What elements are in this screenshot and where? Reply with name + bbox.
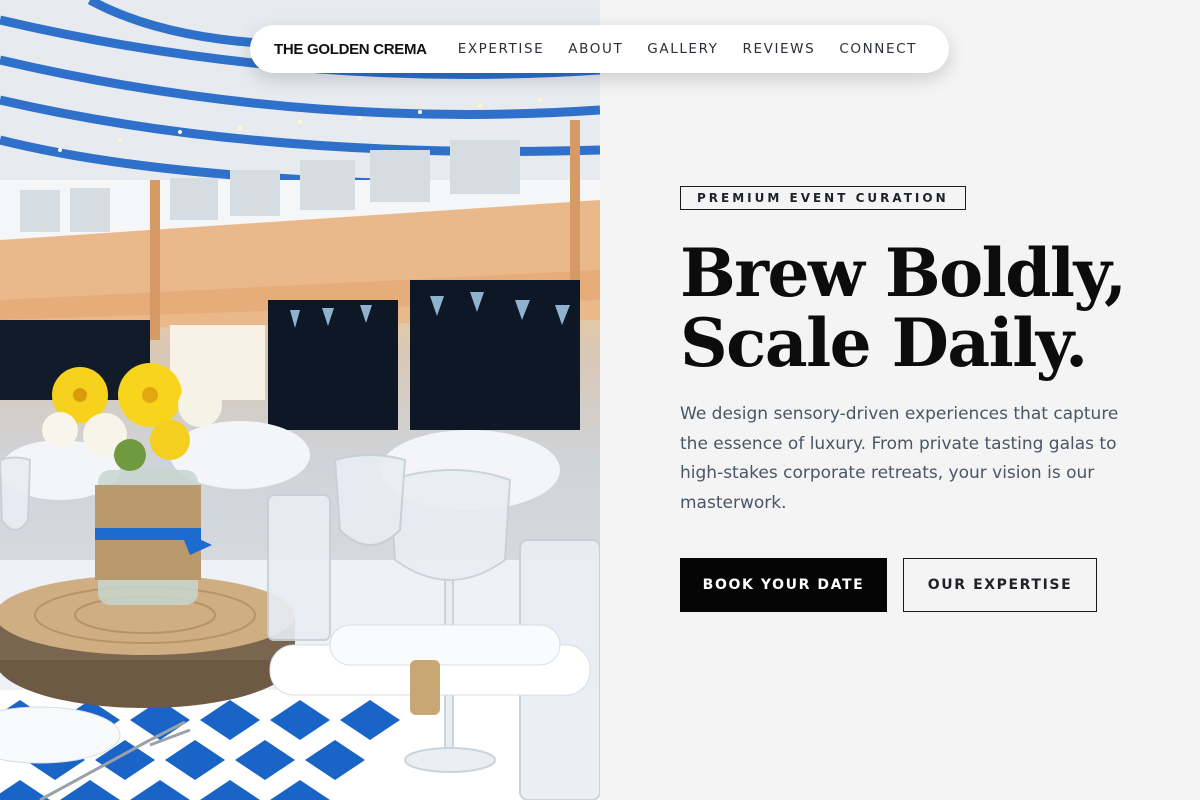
hero-description: We design sensory-driven experiences tha…: [680, 404, 1119, 513]
our-expertise-button[interactable]: OUR EXPERTISE: [903, 558, 1097, 612]
nav-link-expertise[interactable]: EXPERTISE: [458, 41, 545, 57]
eyebrow-badge: PREMIUM EVENT CURATION: [680, 186, 966, 210]
banquet-scene-illustration: [0, 0, 600, 800]
nav-link-reviews[interactable]: REVIEWS: [743, 41, 816, 57]
nav-link-about[interactable]: ABOUT: [568, 41, 623, 57]
hero-photo: [0, 0, 600, 800]
cta-group: BOOK YOUR DATE OUR EXPERTISE: [680, 558, 1150, 612]
nav-link-gallery[interactable]: GALLERY: [647, 41, 718, 57]
brand-logo[interactable]: THE GOLDEN CREMA: [274, 41, 427, 58]
headline-line-2: Scale Daily.: [680, 304, 1088, 382]
nav-link-connect[interactable]: CONNECT: [839, 41, 917, 57]
book-your-date-button[interactable]: BOOK YOUR DATE: [680, 558, 887, 612]
headline-line-1: Brew Boldly,: [680, 234, 1127, 312]
hero-content: PREMIUM EVENT CURATION Brew Boldly, Scal…: [680, 186, 1150, 612]
top-navigation: THE GOLDEN CREMA EXPERTISE ABOUT GALLERY…: [250, 25, 949, 73]
hero-headline: Brew Boldly, Scale Daily.: [680, 238, 1150, 378]
